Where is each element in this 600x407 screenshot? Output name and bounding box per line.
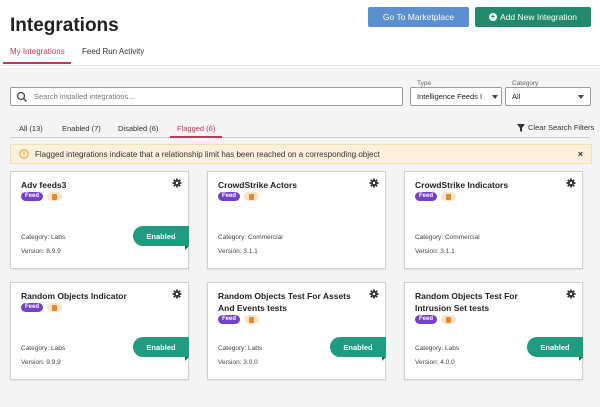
badges: Feed (218, 192, 260, 201)
filter-tab-all[interactable]: All (13) (19, 124, 43, 133)
integration-name: Random Objects Test For Assets And Event… (218, 291, 351, 313)
badges: Feed (218, 315, 260, 324)
type-select-box[interactable]: Intelligence Feeds I (410, 87, 502, 106)
integration-category: Category: Labs (21, 345, 66, 352)
feed-badge: Feed (21, 303, 44, 312)
gear-icon[interactable] (369, 178, 379, 188)
type-select-label: Type (416, 80, 433, 87)
gear-icon[interactable] (172, 178, 182, 188)
integration-card[interactable]: Adv feeds3 Feed Category: Labs Version: … (10, 171, 189, 269)
chevron-down-icon (492, 95, 498, 99)
add-new-integration-button[interactable]: + Add New Integration (475, 7, 591, 27)
document-icon (441, 192, 457, 201)
document-icon (47, 192, 63, 201)
flagged-info-banner: Flagged integrations indicate that a rel… (10, 144, 592, 164)
integration-name: CrowdStrike Actors (218, 180, 298, 190)
integration-category: Category: Labs (218, 345, 263, 352)
integration-category: Category: Labs (415, 345, 460, 352)
go-to-marketplace-button[interactable]: Go To Marketplace (368, 7, 469, 27)
filter-tab-disabled[interactable]: Disabled (6) (118, 124, 158, 133)
filter-icon (517, 123, 525, 132)
integration-name: Random Objects Test For Intrusion Set te… (415, 291, 518, 313)
clear-filters-label: Clear Search Filters (528, 123, 595, 132)
feed-badge: Feed (415, 315, 438, 324)
plus-circle-icon: + (488, 12, 497, 21)
active-filter-indicator (170, 136, 222, 138)
document-icon (441, 315, 457, 324)
integration-name: Random Objects Indicator (21, 291, 127, 301)
feed-badge: Feed (218, 315, 241, 324)
badges: Feed (21, 303, 63, 312)
enabled-status-badge: Enabled (330, 337, 386, 361)
gear-icon[interactable] (566, 289, 576, 299)
integration-category: Category: Commercial (218, 234, 283, 241)
integration-card[interactable]: Random Objects Indicator Feed Category: … (10, 282, 189, 380)
category-select-box[interactable]: All (505, 87, 591, 106)
clear-search-filters-button[interactable]: Clear Search Filters (517, 123, 594, 132)
integration-version: Version: 8.9.9 (21, 248, 61, 255)
integration-card[interactable]: Random Objects Test For Assets And Event… (207, 282, 386, 380)
integration-card[interactable]: Random Objects Test For Intrusion Set te… (404, 282, 583, 380)
integration-version: Version: 3.1.1 (218, 248, 258, 255)
document-icon (47, 303, 63, 312)
feed-badge: Feed (415, 192, 438, 201)
tab-my-integrations[interactable]: My Integrations (10, 47, 65, 56)
filter-tab-flagged[interactable]: Flagged (6) (177, 124, 215, 133)
integration-version: Version: 4.0.0 (415, 359, 455, 366)
integration-version: Version: 3.1.1 (415, 248, 455, 255)
integration-card[interactable]: CrowdStrike Actors Feed Category: Commer… (207, 171, 386, 269)
category-select-value: All (512, 92, 521, 101)
search-input[interactable]: Search installed integrations... (10, 87, 403, 106)
gear-icon[interactable] (369, 289, 379, 299)
banner-text: Flagged integrations indicate that a rel… (35, 150, 380, 159)
feed-badge: Feed (21, 192, 44, 201)
integration-version: Version: 9.9.9 (21, 359, 61, 366)
integration-version: Version: 3.0.0 (218, 359, 258, 366)
filter-tabs-divider (10, 137, 590, 138)
integration-name: CrowdStrike Indicators (415, 180, 509, 190)
page-title: Integrations (10, 15, 119, 36)
integration-category: Category: Commercial (415, 234, 480, 241)
feed-badge: Feed (218, 192, 241, 201)
search-placeholder: Search installed integrations... (34, 92, 135, 101)
badges: Feed (21, 192, 63, 201)
type-select[interactable]: Intelligence Feeds I Type (410, 80, 502, 106)
integration-card[interactable]: CrowdStrike Indicators Feed Category: Co… (404, 171, 583, 269)
filter-tab-enabled[interactable]: Enabled (7) (62, 124, 101, 133)
type-select-value: Intelligence Feeds I (417, 92, 483, 101)
category-select[interactable]: All Category (505, 80, 591, 106)
document-icon (244, 192, 260, 201)
active-tab-indicator (3, 62, 71, 64)
close-icon[interactable]: × (578, 149, 583, 159)
add-new-integration-label: Add New Integration (499, 12, 578, 22)
tab-feed-run-activity[interactable]: Feed Run Activity (82, 47, 144, 56)
enabled-status-badge: Enabled (133, 226, 189, 250)
search-icon (16, 91, 27, 102)
category-select-label: Category (511, 80, 540, 87)
gear-icon[interactable] (566, 178, 576, 188)
integration-name: Adv feeds3 (21, 180, 67, 190)
warning-icon (19, 149, 29, 159)
badges: Feed (415, 192, 457, 201)
badges: Feed (415, 315, 457, 324)
integration-category: Category: Labs (21, 234, 66, 241)
chevron-down-icon (578, 95, 584, 99)
enabled-status-badge: Enabled (133, 337, 189, 361)
gear-icon[interactable] (172, 289, 182, 299)
main-tabs: My Integrations Feed Run Activity (0, 40, 600, 66)
document-icon (244, 315, 260, 324)
enabled-status-badge: Enabled (527, 337, 583, 361)
